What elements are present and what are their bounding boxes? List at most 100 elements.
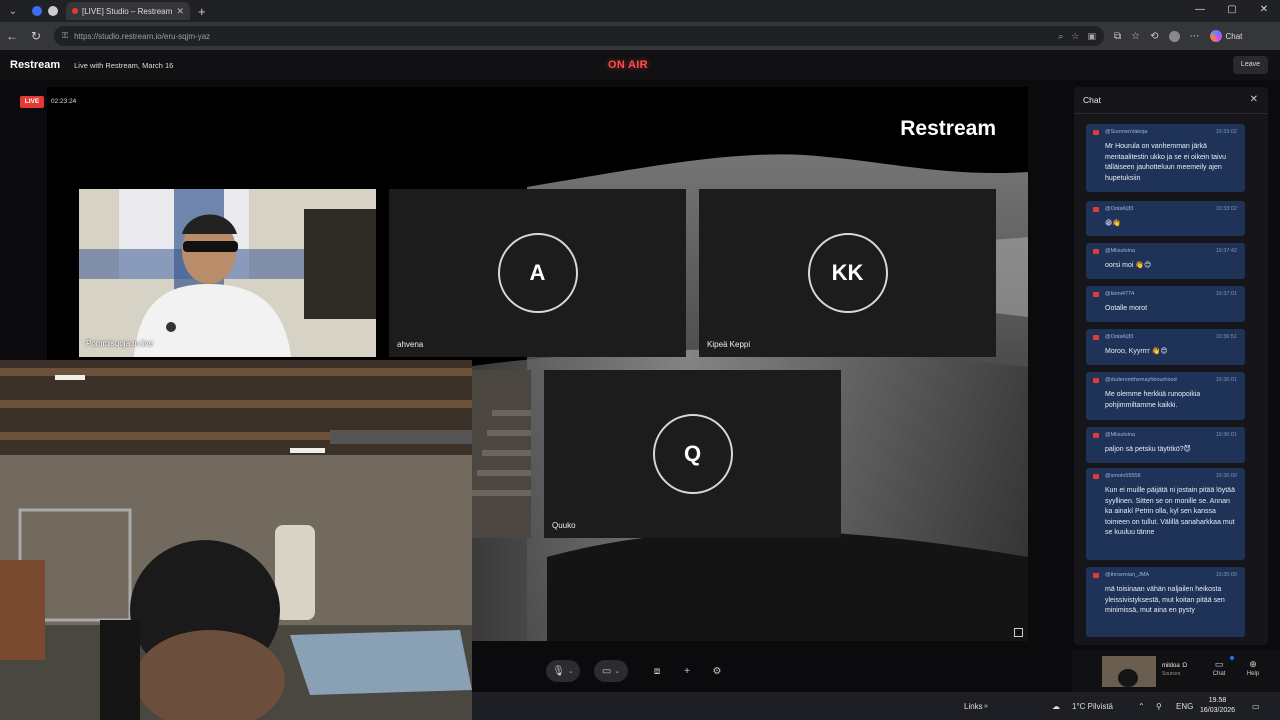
stairs-video-strip <box>472 370 531 538</box>
window-controls: — ▢ ✕ <box>1184 0 1280 22</box>
maximize-button[interactable]: ▢ <box>1216 0 1248 22</box>
more-icon[interactable]: ⋯ <box>1190 31 1200 42</box>
weather-text[interactable]: 1°C Pilvistä <box>1072 692 1113 720</box>
reload-icon[interactable]: ↻ <box>24 29 48 43</box>
tab-close-icon[interactable]: ✕ <box>176 6 184 17</box>
star-icon[interactable]: ☆ <box>1071 31 1079 42</box>
chat-timestamp: 19:36:01 <box>1215 432 1237 438</box>
help-icon: ⊕ <box>1249 659 1257 669</box>
network-icon[interactable]: ⚲ <box>1156 692 1162 720</box>
chat-message[interactable]: @Miisuloina 19:37:42 oorsi moi 👋😊 <box>1086 243 1245 279</box>
canvas-brand-logo: Restream <box>900 117 996 140</box>
browser-tab-bar: ⌄ [LIVE] Studio – Restream ✕ + — ▢ ✕ <box>0 0 1280 22</box>
favorites-icon[interactable]: ☆ <box>1131 31 1140 42</box>
close-window-button[interactable]: ✕ <box>1248 0 1280 22</box>
address-bar-row: ← ↻ ⚿ https://studio.restream.io/eru-sqj… <box>0 22 1280 50</box>
copilot-chat-label: Chat <box>1225 31 1243 41</box>
back-arrow-icon[interactable]: ← <box>0 29 24 43</box>
notification-icon[interactable]: ▭ <box>1252 692 1260 720</box>
avatar[interactable] <box>1168 30 1180 42</box>
microphone-toggle[interactable]: 🎙 ⌄ <box>546 660 580 682</box>
zoom-icon[interactable]: ⌕ <box>1058 31 1063 42</box>
chevron-right-icon[interactable]: » <box>984 692 988 720</box>
omnibox-icons: ⌕ ☆ ▣ <box>1058 31 1096 42</box>
chat-message[interactable]: @Miisuloina 19:36:01 paljon sä petsku tä… <box>1086 427 1245 463</box>
studio-header: Restream Live with Restream, March 16 ON… <box>0 50 1280 80</box>
add-button[interactable]: + <box>676 660 698 682</box>
windows-taskbar: Links » ☁ 1°C Pilvistä ⌃ ⚲ ENG 19.58 16/… <box>472 692 1280 720</box>
participant-tile-kipea-keppi[interactable]: KK Kipeä Keppi <box>699 189 996 357</box>
webcam-video <box>79 189 376 357</box>
chat-message[interactable]: @SuomenVakoja 19:33:02 Mr Hourula on van… <box>1086 124 1245 192</box>
weather-icon[interactable]: ☁ <box>1052 692 1060 720</box>
chat-timestamp: 19:36:51 <box>1215 334 1237 340</box>
chat-text: mä toisinaan vähän naljailen heikosta yl… <box>1105 586 1225 614</box>
chat-timestamp: 19:33:02 <box>1215 206 1237 212</box>
help-button[interactable]: ⊕ Help <box>1242 659 1264 677</box>
tab-search-icon[interactable]: ⌄ <box>0 0 26 22</box>
screen-share-button[interactable]: ⧈ <box>646 660 668 682</box>
chat-username: @OotaKijf3 <box>1105 334 1134 340</box>
chat-message[interactable]: @OotaKijf3 19:33:02 😁👋 <box>1086 201 1245 236</box>
settings-button[interactable]: ⚙ <box>706 660 728 682</box>
chat-timestamp: 19:36:01 <box>1215 377 1237 383</box>
chat-message[interactable]: @kioni4774 19:37:01 Ootalle morot <box>1086 286 1245 322</box>
chat-text: Me olemme herkkiä runopoikia pohjimmilta… <box>1105 391 1201 409</box>
extensions-icon[interactable]: ⧉ <box>1114 31 1121 42</box>
chevron-up-icon[interactable]: ⌃ <box>1138 692 1145 720</box>
brand-logo[interactable]: Restream <box>10 59 60 71</box>
youtube-icon <box>1093 474 1099 479</box>
chat-panel: Chat ✕ @SuomenVakoja 19:33:02 Mr Hourula… <box>1074 87 1268 645</box>
chat-username: @throemian_JMA <box>1105 572 1150 578</box>
chat-toggle-button[interactable]: ▭ Chat <box>1208 659 1230 677</box>
participant-camera-tile[interactable]: Pommisuoja.m.live <box>79 189 376 357</box>
chat-username: @OotaKijf3 <box>1105 206 1134 212</box>
copilot-chat-button[interactable]: Chat <box>1209 30 1243 42</box>
history-icon[interactable]: ⟲ <box>1150 31 1158 42</box>
clock[interactable]: 19.58 16/03/2026 <box>1200 696 1235 716</box>
split-screen-icon[interactable]: ▣ <box>1087 31 1096 42</box>
youtube-icon <box>1093 378 1099 383</box>
links-toolbar[interactable]: Links <box>964 692 983 720</box>
avatar: A <box>497 233 578 313</box>
chat-text: Mr Hourula on vanhemman järkä mentaalite… <box>1105 143 1227 182</box>
fullscreen-icon[interactable] <box>1014 628 1023 637</box>
source-thumbnail[interactable] <box>1102 656 1156 687</box>
chat-username: @SuomenVakoja <box>1105 129 1148 135</box>
chat-message[interactable]: @OotaKijf3 19:36:51 Moroo, Kyyrrrr 👋😊 <box>1086 329 1245 365</box>
url-input[interactable]: ⚿ https://studio.restream.io/eru-sqjm-ya… <box>54 26 1104 46</box>
stream-title[interactable]: Live with Restream, March 16 <box>74 61 173 70</box>
chat-timestamp: 19:37:01 <box>1215 291 1237 297</box>
divider <box>1074 113 1268 114</box>
participant-tile-quuko[interactable]: Q Quuko <box>544 370 841 538</box>
help-label: Help <box>1246 671 1260 677</box>
chat-message[interactable]: @throemian_JMA 19:35:00 mä toisinaan väh… <box>1086 567 1245 637</box>
youtube-icon <box>1093 573 1099 578</box>
chevron-down-icon[interactable]: ⌄ <box>568 667 574 675</box>
camera-toggle[interactable]: ▭ ⌄ <box>594 660 628 682</box>
stream-timer: 02:23:24 <box>51 98 77 105</box>
basement-scene <box>0 360 472 720</box>
source-subtitle: Sources <box>1162 671 1181 677</box>
participant-name: Pommisuoja.m.live <box>86 339 154 348</box>
language-indicator[interactable]: ENG <box>1176 692 1193 720</box>
gear-icon: ⚙ <box>712 665 722 677</box>
chat-bubble-icon: ▭ <box>1214 659 1224 669</box>
leave-button[interactable]: Leave <box>1232 56 1268 74</box>
workspace-icon[interactable] <box>48 6 58 16</box>
close-icon[interactable]: ✕ <box>1250 94 1258 105</box>
chat-timestamp: 19:36:00 <box>1215 473 1237 479</box>
chat-message[interactable]: @smolo55558 19:36:00 Kun ei muille päijä… <box>1086 468 1245 560</box>
microphone-icon: 🎙 <box>552 665 565 677</box>
chat-text: Kun ei muille päijätä ni jostain pitää l… <box>1105 487 1235 536</box>
participant-tile-ahvena[interactable]: A ahvena <box>389 189 686 357</box>
profile-icon[interactable] <box>32 6 42 16</box>
chat-username: @Miisuloina <box>1105 248 1136 254</box>
chat-text: Moroo, Kyyrrrr 👋😊 <box>1105 348 1168 355</box>
chat-timestamp: 19:33:02 <box>1215 129 1237 135</box>
chat-message[interactable]: @duderomthemayhbourhood 19:36:01 Me olem… <box>1086 372 1245 420</box>
chevron-down-icon[interactable]: ⌄ <box>614 667 620 675</box>
minimize-button[interactable]: — <box>1184 0 1216 22</box>
browser-tab[interactable]: [LIVE] Studio – Restream ✕ <box>66 2 190 20</box>
new-tab-button[interactable]: + <box>198 4 206 19</box>
